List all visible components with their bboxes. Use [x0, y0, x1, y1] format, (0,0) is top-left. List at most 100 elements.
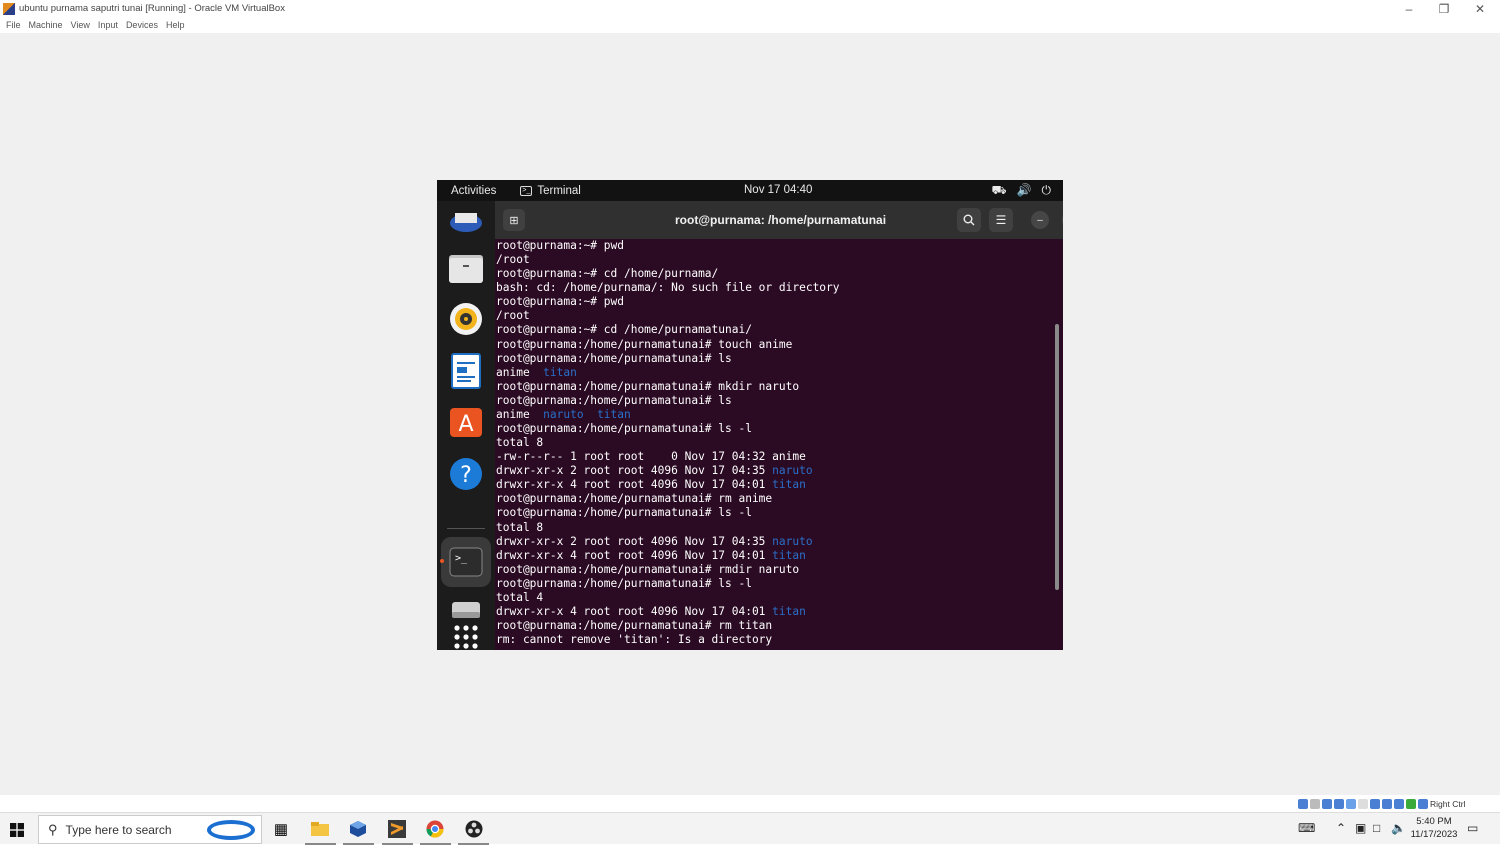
network-icon: ⛟ — [991, 183, 1007, 197]
keyboard-icon[interactable] — [1418, 799, 1428, 809]
terminal-line: root@purnama:/home/purnamatunai# ls -l — [496, 506, 1056, 520]
directory-name: naruto — [772, 464, 813, 478]
ubuntu-dock: A ? >_ — [437, 201, 495, 650]
activities-button[interactable]: Activities — [451, 185, 496, 197]
app-menu[interactable]: >_ Terminal — [520, 184, 581, 197]
terminal-line: anime titan — [496, 366, 1056, 380]
terminal-line: root@purnama:/home/purnamatunai# ls -l — [496, 577, 1056, 591]
svg-text:A: A — [458, 412, 473, 437]
network-icon[interactable]: □ — [1373, 821, 1380, 835]
svg-text:>_: >_ — [455, 553, 468, 564]
minimize-button[interactable]: – — [1392, 0, 1426, 17]
terminal-line: root@purnama:~# pwd — [496, 239, 1056, 253]
terminal-text: root@purnama:/home/purnamatunai# ls — [496, 351, 732, 365]
hard-disk-icon[interactable] — [1298, 799, 1308, 809]
help-icon[interactable]: ? — [448, 456, 484, 492]
menu-help[interactable]: Help — [166, 20, 185, 30]
menu-devices[interactable]: Devices — [126, 20, 158, 30]
network-adapter-icon[interactable] — [1334, 799, 1344, 809]
terminal-line: root@purnama:/home/purnamatunai# ls -l — [496, 422, 1056, 436]
windows-logo-icon — [10, 823, 24, 837]
obs-icon[interactable] — [461, 817, 487, 841]
thunderbird-icon[interactable] — [448, 203, 484, 239]
terminal-line: total 8 — [496, 521, 1056, 535]
directory-name: titan — [543, 365, 577, 379]
terminal-line: root@purnama:~# pwd — [496, 295, 1056, 309]
terminal-line: drwxr-xr-x 4 root root 4096 Nov 17 04:01… — [496, 549, 1056, 563]
terminal-line: rm: cannot remove 'titan': Is a director… — [496, 633, 1056, 647]
terminal-line: /root — [496, 253, 1056, 267]
app-name: Terminal — [537, 184, 581, 197]
display-icon[interactable] — [1370, 799, 1380, 809]
keyboard-layout-icon[interactable]: ⌨ — [1298, 821, 1315, 835]
terminal-line: bash: cd: /home/purnama/: No such file o… — [496, 281, 1056, 295]
terminal-text: root@purnama:/home/purnamatunai# touch a… — [496, 337, 793, 351]
taskbar-search-box[interactable]: ⚲ Type here to search — [38, 815, 262, 844]
terminal-text: root@purnama:/home/purnamatunai# rm anim… — [496, 492, 773, 506]
guest-screen[interactable]: Activities >_ Terminal Nov 17 04:40 ⛟ 🔊 … — [437, 180, 1063, 650]
shared-folder-icon[interactable] — [1358, 799, 1368, 809]
system-tray[interactable]: ⛟ 🔊 ⏻ — [991, 183, 1051, 199]
dock-separator — [447, 528, 485, 529]
app-center-icon[interactable]: A — [448, 403, 484, 439]
terminal-line: /root — [496, 309, 1056, 323]
file-explorer-icon[interactable] — [307, 817, 333, 841]
terminal-text: anime — [496, 407, 544, 421]
mouse-integration-icon[interactable] — [1406, 799, 1416, 809]
sublime-icon[interactable] — [384, 817, 410, 841]
restore-button[interactable]: ❐ — [1427, 0, 1461, 17]
taskbar-clock[interactable]: 5:40 PM 11/17/2023 — [1406, 815, 1462, 841]
menu-button[interactable]: ☰ — [989, 208, 1013, 232]
virtualbox-icon[interactable] — [345, 817, 371, 841]
terminal-text: -rw-r--r-- 1 root root 0 Nov 17 04:32 an… — [496, 450, 806, 464]
terminal-line: drwxr-xr-x 4 root root 4096 Nov 17 04:01… — [496, 605, 1056, 619]
terminal-text: /root — [496, 309, 530, 323]
menu-view[interactable]: View — [71, 20, 90, 30]
gnome-clock[interactable]: Nov 17 04:40 — [744, 184, 812, 196]
start-button[interactable] — [6, 819, 28, 841]
window-title: ubuntu purnama saputri tunai [Running] -… — [19, 3, 285, 14]
terminal-text: total 8 — [496, 436, 544, 450]
maximize-window-button[interactable]: □ — [1062, 211, 1063, 229]
terminal-text: root@purnama:/home/purnamatunai# ls -l — [496, 576, 752, 590]
new-tab-button[interactable]: ⊞ — [503, 209, 525, 231]
search-button[interactable] — [957, 208, 981, 232]
menu-input[interactable]: Input — [98, 20, 118, 30]
usb-icon[interactable] — [1346, 799, 1356, 809]
directory-name: naruto — [772, 534, 813, 548]
terminal-text: drwxr-xr-x 4 root root 4096 Nov 17 04:01 — [496, 605, 773, 619]
directory-name: titan — [772, 605, 806, 619]
writer-icon[interactable] — [448, 353, 484, 389]
terminal-scrollbar[interactable] — [1055, 324, 1059, 590]
terminal-text: root@purnama:~# pwd — [496, 239, 624, 252]
recording-icon[interactable] — [1382, 799, 1392, 809]
terminal-text: root@purnama:~# pwd — [496, 295, 624, 309]
hamburger-icon: ☰ — [995, 213, 1007, 227]
terminal-line: root@purnama:~# cd /home/purnamatunai/ — [496, 323, 1056, 337]
cpu-icon[interactable] — [1394, 799, 1404, 809]
rhythmbox-icon[interactable] — [448, 301, 484, 337]
minimize-window-button[interactable]: – — [1031, 211, 1049, 229]
volume-icon: 🔊 — [1016, 183, 1032, 197]
search-icon — [963, 214, 975, 226]
task-view-icon[interactable]: ▦ — [268, 817, 294, 841]
terminal-text: root@purnama:/home/purnamatunai# rm tita… — [496, 619, 773, 633]
power-icon: ⏻ — [1041, 183, 1052, 197]
volume-muted-icon[interactable]: 🔈 — [1391, 821, 1406, 835]
optical-drive-icon[interactable] — [1310, 799, 1320, 809]
vbox-menubar: File Machine View Input Devices Help — [0, 17, 1500, 33]
terminal-line: drwxr-xr-x 2 root root 4096 Nov 17 04:35… — [496, 535, 1056, 549]
show-hidden-icons-chevron-icon[interactable]: ⌃ — [1336, 821, 1346, 835]
audio-icon[interactable] — [1322, 799, 1332, 809]
menu-file[interactable]: File — [6, 20, 21, 30]
app-grid-icon[interactable] — [448, 619, 484, 650]
chrome-icon[interactable] — [422, 817, 448, 841]
terminal-icon[interactable]: >_ — [448, 544, 484, 580]
terminal-output[interactable]: root@purnama:~# pwd/root root@purnama:~# … — [496, 239, 1056, 650]
menu-machine[interactable]: Machine — [29, 20, 63, 30]
close-button[interactable]: ✕ — [1463, 0, 1497, 17]
files-icon[interactable] — [448, 250, 484, 286]
vbox-status-icons: Right Ctrl — [1298, 797, 1500, 811]
notification-center-icon[interactable]: ▭ — [1467, 821, 1478, 835]
meet-now-icon[interactable]: ▣ — [1355, 821, 1366, 835]
